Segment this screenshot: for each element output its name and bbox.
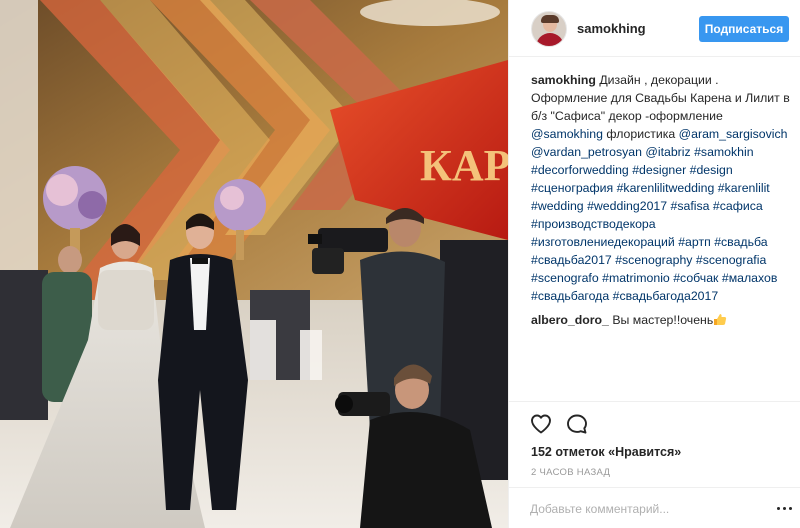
hashtag-link[interactable]: #артп — [678, 235, 711, 249]
caption-username[interactable]: samokhing — [531, 73, 596, 87]
hashtag-list: #samokhin #decorforwedding #designer #de… — [531, 145, 777, 303]
hashtag-link[interactable]: #свадьбагода — [531, 289, 609, 303]
more-dots-icon[interactable] — [777, 502, 793, 516]
hashtag-link[interactable]: #scenography — [615, 253, 692, 267]
caption-text-2: флористика — [606, 127, 676, 141]
hashtag-link[interactable]: #производстводекора — [531, 217, 656, 231]
profile-avatar[interactable] — [531, 11, 567, 47]
mention-link[interactable]: @itabriz — [645, 145, 690, 159]
likes-count[interactable]: 152 отметок «Нравится» — [531, 445, 681, 459]
hashtag-link[interactable]: #decorforwedding — [531, 163, 629, 177]
hashtag-link[interactable]: #karenlilitwedding — [617, 181, 715, 195]
hashtag-link[interactable]: #wedding2017 — [587, 199, 667, 213]
post-actions — [509, 401, 800, 441]
follow-button[interactable]: Подписаться — [699, 16, 789, 42]
mention-link[interactable]: @aram_sargisovich — [679, 127, 788, 141]
wedding-photo-illustration: КАР — [0, 0, 508, 528]
hashtag-link[interactable]: #scenografia — [696, 253, 766, 267]
hashtag-link[interactable]: #design — [690, 163, 733, 177]
caption: samokhing Дизайн , декорации . Оформлени… — [531, 71, 793, 305]
hashtag-link[interactable]: #собчак — [673, 271, 718, 285]
hashtag-link[interactable]: #сценография — [531, 181, 613, 195]
hashtag-link[interactable]: #karenlilit — [718, 181, 770, 195]
add-comment-bar — [509, 487, 800, 528]
comment-item: albero_doro_ Вы мастер!!очень — [531, 311, 793, 329]
hashtag-link[interactable]: #scenografo — [531, 271, 599, 285]
comment-username[interactable]: albero_doro_ — [531, 313, 609, 327]
mention-link[interactable]: @samokhing — [531, 127, 603, 141]
mention-link[interactable]: @vardan_petrosyan — [531, 145, 642, 159]
hashtag-link[interactable]: #matrimonio — [602, 271, 670, 285]
post-timestamp[interactable]: 2 часов назад — [531, 467, 610, 478]
screen-sign-text: КАР — [420, 141, 508, 190]
hashtag-link[interactable]: #свадьбагода2017 — [613, 289, 719, 303]
hashtag-link[interactable]: #wedding — [531, 199, 584, 213]
post-photo[interactable]: КАР — [0, 0, 508, 528]
comment-input[interactable] — [530, 500, 770, 518]
heart-icon[interactable] — [529, 412, 553, 436]
hashtag-link[interactable]: #сафиса — [713, 199, 763, 213]
hashtag-link[interactable]: #designer — [632, 163, 686, 177]
post-header: samokhing Подписаться — [509, 0, 800, 57]
hashtag-link[interactable]: #свадьба — [714, 235, 767, 249]
hashtag-link[interactable]: #samokhin — [694, 145, 753, 159]
instagram-post: КАР samokhing Подписаться samokhing Диза… — [0, 0, 800, 528]
post-side-panel: samokhing Подписаться samokhing Дизайн ,… — [508, 0, 800, 528]
thumbs-up-emoji-icon — [714, 314, 727, 325]
header-username[interactable]: samokhing — [577, 21, 646, 36]
comment-text: Вы мастер!!очень — [612, 313, 714, 327]
hashtag-link[interactable]: #свадьба2017 — [531, 253, 612, 267]
hashtag-link[interactable]: #изготовлениедекораций — [531, 235, 675, 249]
hashtag-link[interactable]: #safisa — [671, 199, 710, 213]
comment-bubble-icon[interactable] — [565, 412, 589, 436]
hashtag-link[interactable]: #малахов — [722, 271, 778, 285]
comments-list: samokhing Дизайн , декорации . Оформлени… — [531, 71, 793, 335]
